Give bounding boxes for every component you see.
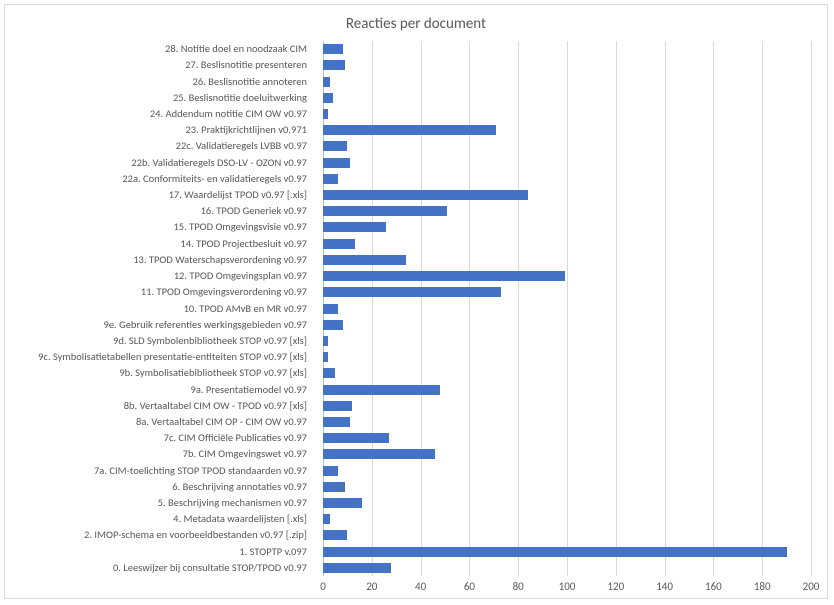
y-tick-label: 2. IMOP-schema en voorbeeldbestanden v0.… — [84, 530, 307, 541]
y-tick-label: 26. Beslisnotitie annoteren — [193, 77, 307, 88]
x-tick-label: 200 — [803, 580, 820, 593]
x-tick-label: 40 — [415, 580, 426, 593]
y-tick-label: 9a. Presentatiemodel v0.97 — [191, 385, 308, 396]
bar — [323, 417, 350, 427]
y-tick-label: 7b. CIM Omgevingswet v0.97 — [183, 449, 307, 460]
bar — [323, 109, 328, 119]
gridline — [372, 41, 373, 576]
x-tick-label: 140 — [656, 580, 673, 593]
bar — [323, 498, 362, 508]
bar — [323, 304, 338, 314]
y-tick-label: 22b. Validatieregels DSO-LV - OZON v0.97 — [131, 158, 307, 169]
bar — [323, 190, 528, 200]
y-tick-label: 16. TPOD Generiek v0.97 — [201, 206, 307, 217]
x-tick-label: 60 — [464, 580, 475, 593]
gridline — [713, 41, 714, 576]
bar — [323, 336, 328, 346]
bar — [323, 530, 347, 540]
gridline — [421, 41, 422, 576]
x-tick-label: 0 — [320, 580, 326, 593]
bar — [323, 466, 338, 476]
gridline — [811, 41, 812, 576]
x-tick-label: 160 — [705, 580, 722, 593]
bar — [323, 77, 330, 87]
bar — [323, 385, 440, 395]
bar — [323, 547, 787, 557]
y-tick-label: 7a. CIM-toelichting STOP TPOD standaarde… — [94, 466, 307, 477]
y-tick-label: 7c. CIM Officiële Publicaties v0.97 — [164, 433, 307, 444]
y-tick-label: 4. Metadata waardelijsten [.xls] — [173, 514, 307, 525]
bar — [323, 44, 343, 54]
chart-frame: Reacties per document 28. Notitie doel e… — [4, 4, 828, 599]
bar — [323, 174, 338, 184]
y-tick-label: 9d. SLD Symbolenbibliotheek STOP v0.97 [… — [113, 336, 307, 347]
gridline — [665, 41, 666, 576]
y-tick-label: 9e. Gebruik referenties werkingsgebieden… — [104, 320, 307, 331]
y-tick-label: 6. Beschrijving annotaties v0.97 — [172, 482, 307, 493]
gridline — [762, 41, 763, 576]
y-tick-label: 12. TPOD Omgevingsplan v0.97 — [174, 271, 307, 282]
bar — [323, 125, 496, 135]
bar — [323, 255, 406, 265]
y-tick-label: 27. Beslisnotitie presenteren — [185, 60, 307, 71]
y-tick-label: 11. TPOD Omgevingsverordening v0.97 — [141, 287, 307, 298]
bar — [323, 449, 435, 459]
y-tick-label: 5. Beschrijving mechanismen v0.97 — [158, 498, 307, 509]
x-tick-label: 80 — [513, 580, 524, 593]
bar — [323, 287, 501, 297]
x-tick-label: 20 — [366, 580, 377, 593]
gridline — [616, 41, 617, 576]
bar — [323, 141, 347, 151]
y-tick-label: 8a. Vertaaltabel CIM OP - CIM OW v0.97 — [136, 417, 307, 428]
y-tick-label: 15. TPOD Omgevingsvisie v0.97 — [173, 222, 307, 233]
y-tick-label: 9b. Symbolisatiebibliotheek STOP v0.97 [… — [119, 368, 307, 379]
y-tick-label: 17. Waardelijst TPOD v0.97 [.xls] — [169, 190, 307, 201]
bar — [323, 352, 328, 362]
bar — [323, 239, 355, 249]
y-tick-label: 9c. Symbolisatietabellen presentatie-ent… — [38, 352, 307, 363]
y-tick-label: 8b. Vertaaltabel CIM OW - TPOD v0.97 [xl… — [124, 401, 307, 412]
y-tick-label: 28. Notitie doel en noodzaak CIM — [165, 44, 307, 55]
y-tick-label: 14. TPOD Projectbesluit v0.97 — [180, 239, 307, 250]
y-tick-label: 25. Beslisnotitie doeluitwerking — [173, 93, 307, 104]
y-tick-label: 0. Leeswijzer bij consultatie STOP/TPOD … — [113, 563, 307, 574]
bar — [323, 93, 333, 103]
bar — [323, 271, 565, 281]
y-tick-label: 13. TPOD Waterschapsverordening v0.97 — [133, 255, 307, 266]
bar — [323, 563, 391, 573]
bar — [323, 482, 345, 492]
y-tick-label: 24. Addendum notitie CIM OW v0.97 — [150, 109, 307, 120]
x-tick-label: 120 — [607, 580, 624, 593]
gridline — [567, 41, 568, 576]
plot-area — [323, 41, 811, 576]
bar — [323, 514, 330, 524]
x-tick-label: 100 — [559, 580, 576, 593]
y-tick-label: 22c. Validatieregels LVBB v0.97 — [176, 141, 307, 152]
gridline — [518, 41, 519, 576]
x-tick-label: 180 — [754, 580, 771, 593]
bar — [323, 222, 386, 232]
bar — [323, 401, 352, 411]
y-tick-label: 23. Praktijkrichtlijnen v0.971 — [185, 125, 307, 136]
y-tick-label: 1. STOPTP v.097 — [239, 547, 307, 558]
gridline — [469, 41, 470, 576]
bar — [323, 60, 345, 70]
y-tick-label: 10. TPOD AMvB en MR v0.97 — [184, 304, 307, 315]
bar — [323, 158, 350, 168]
chart-title: Reacties per document — [5, 15, 827, 33]
bar — [323, 368, 335, 378]
bar — [323, 433, 389, 443]
bar — [323, 320, 343, 330]
y-tick-label: 22a. Conformiteits- en validatieregels v… — [122, 174, 307, 185]
bar — [323, 206, 447, 216]
